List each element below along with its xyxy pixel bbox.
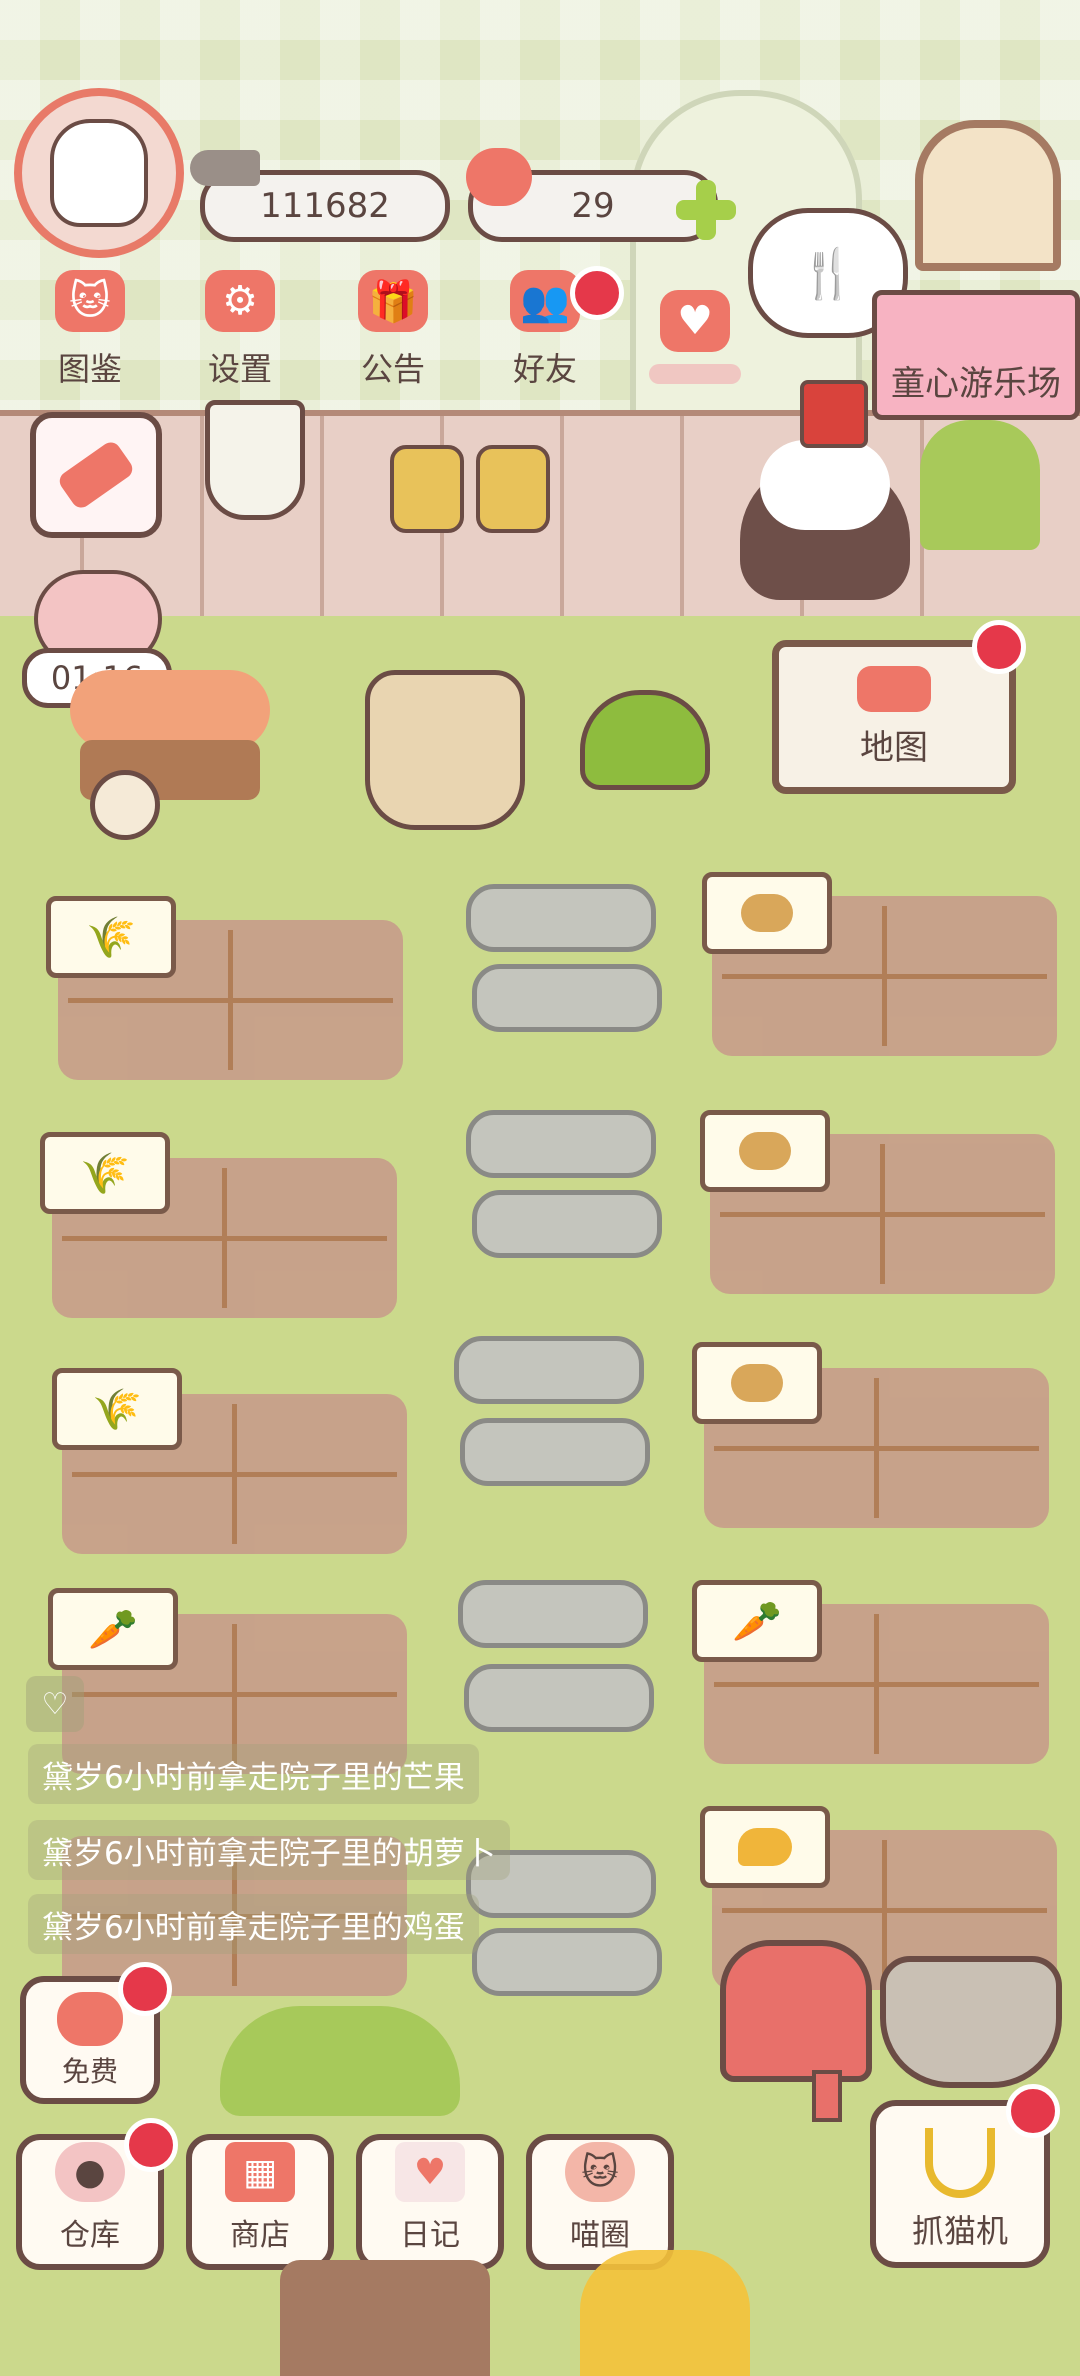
wheat-icon: 🌾 bbox=[80, 1150, 130, 1197]
diary-icon: ♥ bbox=[395, 2142, 465, 2202]
plot-sign-left-1[interactable]: 🌾 bbox=[46, 896, 176, 978]
potted-shrub bbox=[920, 420, 1040, 550]
eraser-bag-icon[interactable] bbox=[30, 412, 162, 538]
heart-amount: 29 bbox=[571, 186, 615, 226]
feed-text: 黛岁6小时前拿走院子里的鸡蛋 bbox=[42, 1909, 465, 1946]
stepping-stone bbox=[472, 1928, 662, 1996]
menu-notice[interactable]: 🎁 公告 bbox=[333, 250, 453, 390]
carrot-icon: 🥕 bbox=[732, 1598, 782, 1645]
stepping-stone bbox=[458, 1580, 648, 1648]
cat-character[interactable] bbox=[720, 380, 930, 600]
map-icon bbox=[857, 665, 931, 712]
hearts-icon: ♥ bbox=[660, 290, 730, 352]
free-gift-notification-dot bbox=[118, 1962, 172, 2016]
menu-hearts[interactable]: ♥ bbox=[635, 250, 755, 390]
shop-icon: ▦ bbox=[225, 2142, 295, 2202]
storage-icon: ● bbox=[55, 2142, 125, 2202]
avatar-face bbox=[50, 119, 148, 227]
fish-icon bbox=[190, 150, 260, 186]
plot-sign-right-2[interactable] bbox=[700, 1110, 830, 1192]
mailbox[interactable] bbox=[720, 1940, 872, 2082]
player-avatar[interactable] bbox=[14, 88, 184, 258]
window-trellis[interactable] bbox=[915, 120, 1061, 271]
flower-planter bbox=[280, 2260, 490, 2376]
heart-outline-icon: ♡ bbox=[41, 1686, 69, 1722]
eraser-icon bbox=[55, 438, 137, 512]
stepping-stone bbox=[460, 1418, 650, 1486]
claw-icon bbox=[925, 2128, 995, 2198]
menu-settings-label: 设置 bbox=[207, 350, 272, 388]
menu-notice-label: 公告 bbox=[360, 350, 425, 388]
stepping-stone bbox=[472, 964, 662, 1032]
cat-circle-icon: 🐱 bbox=[565, 2142, 635, 2202]
free-gift-label: 免费 bbox=[61, 2055, 118, 2088]
gear-icon: ⚙ bbox=[205, 270, 275, 332]
feed-text: 黛岁6小时前拿走院子里的胡萝卜 bbox=[42, 1835, 496, 1872]
nav-diary-label: 日记 bbox=[400, 2218, 460, 2253]
menu-settings[interactable]: ⚙ 设置 bbox=[180, 250, 300, 390]
plot-sign-right-1[interactable] bbox=[702, 872, 832, 954]
claw-machine-label: 抓猫机 bbox=[911, 2212, 1008, 2250]
nav-storage-label: 仓库 bbox=[60, 2218, 120, 2253]
coin-amount: 111682 bbox=[260, 186, 390, 226]
cat-hat bbox=[800, 380, 868, 448]
cat-bowl[interactable] bbox=[580, 690, 710, 790]
nav-shop[interactable]: ▦ 商店 bbox=[186, 2134, 334, 2270]
plot-sign-left-2[interactable]: 🌾 bbox=[40, 1132, 170, 1214]
cooking-pot[interactable] bbox=[880, 1956, 1062, 2088]
mailbox-post bbox=[812, 2070, 842, 2122]
activity-feed-item: 黛岁6小时前拿走院子里的鸡蛋 bbox=[28, 1894, 479, 1954]
mushroom-sack[interactable] bbox=[365, 670, 525, 830]
yellow-flowers bbox=[580, 2250, 750, 2376]
flower-bush bbox=[220, 2006, 460, 2116]
plant-pot bbox=[205, 400, 305, 520]
wheat-icon: 🌾 bbox=[92, 1386, 142, 1433]
add-hearts-button[interactable] bbox=[676, 180, 736, 240]
boots bbox=[390, 445, 550, 533]
stepping-stone bbox=[466, 1110, 656, 1178]
potato-icon bbox=[739, 1132, 791, 1170]
plot-sign-left-3[interactable]: 🌾 bbox=[52, 1368, 182, 1450]
menu-collection-label: 图鉴 bbox=[57, 350, 122, 388]
heart-icon bbox=[466, 148, 532, 206]
flower-cart[interactable] bbox=[70, 660, 290, 840]
plot-sign-right-3[interactable] bbox=[692, 1342, 822, 1424]
stepping-stone bbox=[454, 1336, 644, 1404]
mango-icon bbox=[738, 1828, 792, 1866]
menu-collection[interactable]: 🐱 图鉴 bbox=[30, 250, 150, 390]
friends-notification-dot bbox=[570, 266, 624, 320]
plot-sign-right-5[interactable] bbox=[700, 1806, 830, 1888]
stepping-stone bbox=[472, 1190, 662, 1258]
nav-diary[interactable]: ♥ 日记 bbox=[356, 2134, 504, 2270]
friends-icon: 👥 bbox=[510, 270, 580, 332]
plot-sign-left-4[interactable]: 🥕 bbox=[48, 1588, 178, 1670]
cat-face-icon: 🐱 bbox=[55, 270, 125, 332]
fork-knife-icon: 🍴 bbox=[798, 245, 858, 302]
activity-feed-item: 黛岁6小时前拿走院子里的胡萝卜 bbox=[28, 1820, 510, 1880]
claw-machine-notification-dot bbox=[1006, 2084, 1060, 2138]
stepping-stone bbox=[464, 1664, 654, 1732]
map-label: 地图 bbox=[860, 727, 928, 768]
feed-text: 黛岁6小时前拿走院子里的芒果 bbox=[42, 1759, 465, 1796]
potato-icon bbox=[741, 894, 793, 932]
wheat-icon: 🌾 bbox=[86, 914, 136, 961]
heart-icon bbox=[57, 1992, 123, 2046]
potato-icon bbox=[731, 1364, 783, 1402]
nav-cat-circle-label: 喵圈 bbox=[570, 2218, 630, 2253]
gift-icon: 🎁 bbox=[358, 270, 428, 332]
nav-shop-label: 商店 bbox=[230, 2218, 290, 2253]
menu-friends-label: 好友 bbox=[512, 350, 577, 388]
storage-notification-dot bbox=[124, 2118, 178, 2172]
feed-toggle-button[interactable]: ♡ bbox=[26, 1676, 84, 1732]
carrot-icon: 🥕 bbox=[88, 1606, 138, 1653]
map-notification-dot bbox=[972, 620, 1026, 674]
cat-face bbox=[760, 440, 890, 530]
activity-feed-item: 黛岁6小时前拿走院子里的芒果 bbox=[28, 1744, 479, 1804]
stepping-stone bbox=[466, 884, 656, 952]
plot-sign-right-4[interactable]: 🥕 bbox=[692, 1580, 822, 1662]
